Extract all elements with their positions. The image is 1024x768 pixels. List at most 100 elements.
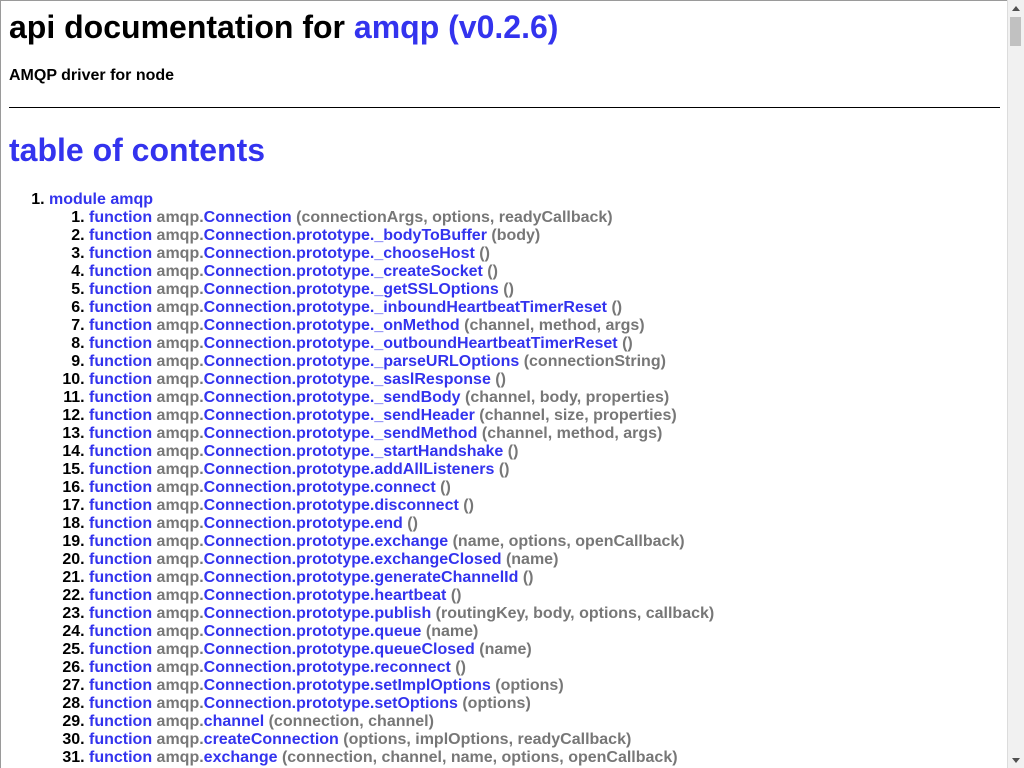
function-name-link[interactable]: Connection bbox=[204, 209, 292, 226]
function-name-link[interactable]: exchange bbox=[204, 749, 278, 766]
function-namespace: amqp. bbox=[156, 425, 204, 442]
function-keyword-link[interactable]: function bbox=[89, 281, 152, 298]
function-namespace: amqp. bbox=[156, 353, 204, 370]
function-name-link[interactable]: Connection.prototype._saslResponse bbox=[204, 371, 491, 388]
function-name-link[interactable]: Connection.prototype._inboundHeartbeatTi… bbox=[204, 299, 607, 316]
function-keyword-link[interactable]: function bbox=[89, 317, 152, 334]
function-keyword-link[interactable]: function bbox=[89, 425, 152, 442]
function-keyword-link[interactable]: function bbox=[89, 263, 152, 280]
function-keyword-link[interactable]: function bbox=[89, 389, 152, 406]
function-name-link[interactable]: channel bbox=[204, 713, 264, 730]
function-signature: (connectionString) bbox=[523, 353, 666, 370]
function-name-link[interactable]: createConnection bbox=[204, 731, 339, 748]
function-list-item: function amqp.Connection.prototype.excha… bbox=[89, 533, 999, 551]
function-signature: (connectionArgs, options, readyCallback) bbox=[296, 209, 613, 226]
vertical-scrollbar[interactable] bbox=[1007, 0, 1024, 768]
function-signature: () bbox=[440, 479, 451, 496]
function-keyword-link[interactable]: function bbox=[89, 677, 152, 694]
function-name-link[interactable]: Connection.prototype._parseURLOptions bbox=[204, 353, 520, 370]
function-name-link[interactable]: Connection.prototype.exchangeClosed bbox=[204, 551, 502, 568]
scroll-up-button[interactable] bbox=[1008, 0, 1024, 16]
function-signature: () bbox=[503, 281, 514, 298]
function-list-item: function amqp.Connection.prototype.conne… bbox=[89, 479, 999, 497]
function-name-link[interactable]: Connection.prototype.end bbox=[204, 515, 403, 532]
function-keyword-link[interactable]: function bbox=[89, 713, 152, 730]
function-name-link[interactable]: Connection.prototype._sendMethod bbox=[204, 425, 478, 442]
function-name-link[interactable]: Connection.prototype._outboundHeartbeatT… bbox=[204, 335, 618, 352]
function-signature: (name, options, openCallback) bbox=[452, 533, 685, 550]
function-name-link[interactable]: Connection.prototype.queueClosed bbox=[204, 641, 475, 658]
function-name-link[interactable]: Connection.prototype.addAllListeners bbox=[204, 461, 495, 478]
function-keyword-link[interactable]: function bbox=[89, 443, 152, 460]
function-name-link[interactable]: Connection.prototype._sendHeader bbox=[204, 407, 475, 424]
module-link[interactable]: module amqp bbox=[49, 191, 153, 208]
function-name-link[interactable]: Connection.prototype.disconnect bbox=[204, 497, 459, 514]
function-name-link[interactable]: Connection.prototype._sendBody bbox=[204, 389, 461, 406]
function-list-item: function amqp.Connection.prototype.excha… bbox=[89, 551, 999, 569]
function-keyword-link[interactable]: function bbox=[89, 245, 152, 262]
function-keyword-link[interactable]: function bbox=[89, 587, 152, 604]
toc-heading: table of contents bbox=[9, 132, 266, 168]
function-keyword-link[interactable]: function bbox=[89, 695, 152, 712]
function-name-link[interactable]: Connection.prototype.publish bbox=[204, 605, 432, 622]
function-keyword-link[interactable]: function bbox=[89, 533, 152, 550]
function-keyword-link[interactable]: function bbox=[89, 659, 152, 676]
function-name-link[interactable]: Connection.prototype.generateChannelId bbox=[204, 569, 519, 586]
function-keyword-link[interactable]: function bbox=[89, 335, 152, 352]
function-keyword-link[interactable]: function bbox=[89, 569, 152, 586]
function-list-item: function amqp.Connection.prototype.setIm… bbox=[89, 677, 999, 695]
function-keyword-link[interactable]: function bbox=[89, 623, 152, 640]
function-keyword-link[interactable]: function bbox=[89, 479, 152, 496]
function-keyword-link[interactable]: function bbox=[89, 749, 152, 766]
function-name-link[interactable]: Connection.prototype.connect bbox=[204, 479, 436, 496]
function-namespace: amqp. bbox=[156, 515, 204, 532]
function-keyword-link[interactable]: function bbox=[89, 353, 152, 370]
page-title-prefix: api documentation for bbox=[9, 9, 354, 45]
function-name-link[interactable]: Connection.prototype._chooseHost bbox=[204, 245, 475, 262]
function-name-link[interactable]: Connection.prototype._startHandshake bbox=[204, 443, 504, 460]
function-keyword-link[interactable]: function bbox=[89, 371, 152, 388]
function-list-item: function amqp.Connection (connectionArgs… bbox=[89, 209, 999, 227]
function-namespace: amqp. bbox=[156, 245, 204, 262]
function-name-link[interactable]: Connection.prototype._createSocket bbox=[204, 263, 483, 280]
function-namespace: amqp. bbox=[156, 209, 204, 226]
function-list-item: function amqp.Connection.prototype._send… bbox=[89, 425, 999, 443]
function-keyword-link[interactable]: function bbox=[89, 731, 152, 748]
function-keyword-link[interactable]: function bbox=[89, 605, 152, 622]
function-list-item: function amqp.Connection.prototype._pars… bbox=[89, 353, 999, 371]
function-signature: (name) bbox=[479, 641, 532, 658]
function-name-link[interactable]: Connection.prototype.heartbeat bbox=[204, 587, 447, 604]
function-keyword-link[interactable]: function bbox=[89, 515, 152, 532]
function-keyword-link[interactable]: function bbox=[89, 551, 152, 568]
function-signature: (body) bbox=[491, 227, 541, 244]
function-namespace: amqp. bbox=[156, 677, 204, 694]
function-list-item: function amqp.Connection.prototype.queue… bbox=[89, 641, 999, 659]
function-keyword-link[interactable]: function bbox=[89, 209, 152, 226]
function-name-link[interactable]: Connection.prototype._onMethod bbox=[204, 317, 460, 334]
function-signature: (channel, body, properties) bbox=[465, 389, 670, 406]
scroll-down-button[interactable] bbox=[1008, 752, 1024, 768]
function-name-link[interactable]: Connection.prototype.setImplOptions bbox=[204, 677, 491, 694]
function-name-link[interactable]: Connection.prototype.setOptions bbox=[204, 695, 458, 712]
function-list-item: function amqp.Connection.prototype._star… bbox=[89, 443, 999, 461]
function-signature: (channel, method, args) bbox=[464, 317, 645, 334]
function-name-link[interactable]: Connection.prototype._bodyToBuffer bbox=[204, 227, 487, 244]
function-signature: () bbox=[463, 497, 474, 514]
function-name-link[interactable]: Connection.prototype.exchange bbox=[204, 533, 448, 550]
function-keyword-link[interactable]: function bbox=[89, 641, 152, 658]
function-keyword-link[interactable]: function bbox=[89, 227, 152, 244]
function-name-link[interactable]: Connection.prototype.reconnect bbox=[204, 659, 451, 676]
function-name-link[interactable]: Connection.prototype._getSSLOptions bbox=[204, 281, 499, 298]
function-namespace: amqp. bbox=[156, 623, 204, 640]
function-keyword-link[interactable]: function bbox=[89, 407, 152, 424]
scrollbar-thumb[interactable] bbox=[1010, 17, 1021, 46]
function-keyword-link[interactable]: function bbox=[89, 461, 152, 478]
function-keyword-link[interactable]: function bbox=[89, 497, 152, 514]
function-list-item: function amqp.Connection.prototype._body… bbox=[89, 227, 999, 245]
function-keyword-link[interactable]: function bbox=[89, 299, 152, 316]
function-signature: (name) bbox=[505, 551, 559, 568]
function-list-item: function amqp.exchange (connection, chan… bbox=[89, 749, 999, 767]
function-name-link[interactable]: Connection.prototype.queue bbox=[204, 623, 422, 640]
project-link[interactable]: amqp (v0.2.6) bbox=[354, 9, 559, 45]
function-list-item: function amqp.Connection.prototype.disco… bbox=[89, 497, 999, 515]
